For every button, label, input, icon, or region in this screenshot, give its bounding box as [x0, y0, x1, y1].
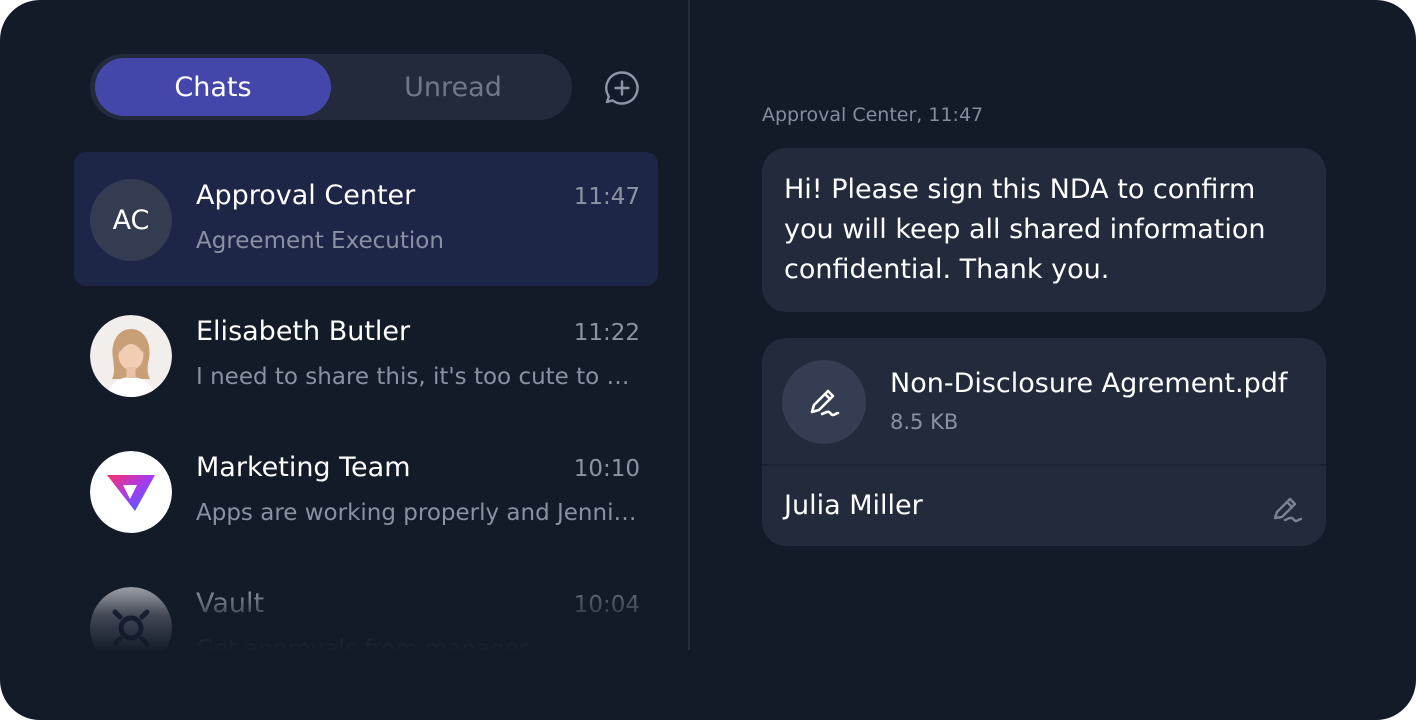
avatar: [90, 315, 172, 397]
chat-time: 10:10: [573, 456, 640, 482]
signature-pen-icon: [810, 389, 840, 417]
chat-name: Approval Center: [196, 180, 416, 211]
chat-item-elisabeth-butler[interactable]: Elisabeth Butler 11:22 I need to share t…: [74, 288, 658, 422]
chat-preview: Apps are working properly and Jennifer s…: [196, 500, 640, 526]
chat-list: AC Approval Center 11:47 Agreement Execu…: [74, 152, 658, 652]
document-size: 8.5 KB: [890, 410, 959, 434]
avatar: [90, 587, 172, 652]
document-name: Non-Disclosure Agrement.pdf: [890, 368, 1288, 399]
tab-chats[interactable]: Chats: [95, 58, 331, 116]
app-window: Chats Unread AC Approval Center 11:47 Ag…: [0, 0, 1416, 720]
vault-icon: [90, 587, 172, 652]
message-bubble: Hi! Please sign this NDA to confirm you …: [762, 148, 1326, 312]
chat-name: Elisabeth Butler: [196, 316, 411, 347]
message-text: Hi! Please sign this NDA to confirm you …: [784, 174, 1266, 285]
brand-logo-icon: [90, 451, 172, 533]
document-card[interactable]: Non-Disclosure Agrement.pdf 8.5 KB Julia…: [762, 338, 1326, 546]
chat-item-approval-center[interactable]: AC Approval Center 11:47 Agreement Execu…: [74, 152, 658, 286]
sign-document-icon[interactable]: [1270, 490, 1306, 526]
chat-preview: Agreement Execution: [196, 228, 444, 254]
chat-preview: I need to share this, it's too cute to k…: [196, 364, 640, 390]
chat-name: Marketing Team: [196, 452, 411, 483]
chat-time: 10:04: [573, 592, 640, 618]
chat-preview: Get approvals from manager: [196, 636, 529, 652]
signer-name: Julia Miller: [784, 490, 923, 521]
panel-divider: [688, 0, 690, 650]
tab-unread[interactable]: Unread: [335, 58, 571, 116]
document-divider: [762, 464, 1326, 466]
chat-filter-tabs: Chats Unread: [90, 54, 572, 120]
chat-name: Vault: [196, 588, 265, 619]
avatar: AC: [90, 179, 172, 261]
message-meta: Approval Center, 11:47: [762, 104, 984, 126]
chat-time: 11:47: [573, 184, 640, 210]
chat-time: 11:22: [573, 320, 640, 346]
profile-photo-icon: [90, 315, 172, 397]
avatar: [90, 451, 172, 533]
new-chat-icon[interactable]: [604, 70, 640, 106]
chat-item-marketing-team[interactable]: Marketing Team 10:10 Apps are working pr…: [74, 424, 658, 558]
chat-item-vault[interactable]: Vault 10:04 Get approvals from manager: [74, 560, 658, 652]
document-icon-circle: [782, 360, 866, 444]
